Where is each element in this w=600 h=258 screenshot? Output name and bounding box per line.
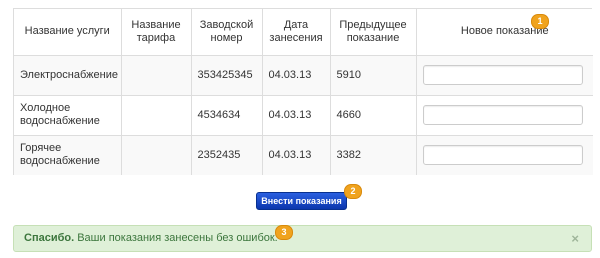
step-badge-2: 2	[344, 184, 362, 199]
cell-tariff	[120, 54, 192, 96]
meter-readings-page: Название услуги Название тарифа Заводско…	[0, 0, 600, 258]
cell-tariff	[120, 94, 192, 136]
cell-date: 04.03.13	[261, 94, 331, 136]
step-badge-3: 3	[275, 225, 293, 240]
header-previous: Предыдущее показание	[329, 9, 417, 56]
new-reading-input-cold-water[interactable]	[422, 105, 583, 125]
cell-date: 04.03.13	[261, 54, 331, 96]
cell-date: 04.03.13	[261, 134, 331, 175]
new-reading-input-electricity[interactable]	[422, 65, 583, 85]
cell-previous: 4660	[329, 94, 417, 136]
alert-strong-text: Спасибо.	[24, 232, 75, 244]
table-row: Холодное водоснабжение 4534634 04.03.13 …	[14, 94, 593, 136]
cell-new-reading	[415, 134, 593, 175]
cell-serial: 353425345	[190, 54, 263, 96]
cell-serial: 4534634	[190, 94, 263, 136]
table-row: Электроснабжение 353425345 04.03.13 5910	[14, 54, 593, 96]
cell-new-reading	[415, 54, 593, 96]
header-service: Название услуги	[14, 9, 122, 56]
table-row: Горячее водоснабжение 2352435 04.03.13 3…	[14, 134, 593, 175]
cell-service: Холодное водоснабжение	[14, 94, 122, 136]
cell-previous: 5910	[329, 54, 417, 96]
step-badge-1: 1	[531, 14, 549, 29]
header-date: Дата занесения	[261, 9, 331, 56]
readings-table-container: Название услуги Название тарифа Заводско…	[13, 8, 593, 175]
cell-tariff	[120, 134, 192, 175]
alert-message: Ваши показания занесены без ошибок.	[74, 232, 278, 244]
cell-new-reading	[415, 94, 593, 136]
close-icon[interactable]: ×	[571, 226, 579, 251]
cell-serial: 2352435	[190, 134, 263, 175]
header-serial: Заводской номер	[190, 9, 263, 56]
cell-previous: 3382	[329, 134, 417, 175]
readings-table: Название услуги Название тарифа Заводско…	[14, 9, 593, 175]
header-tariff: Название тарифа	[120, 9, 192, 56]
cell-service: Электроснабжение	[14, 54, 122, 96]
success-alert: Спасибо. Ваши показания занесены без оши…	[13, 225, 592, 252]
table-header-row: Название услуги Название тарифа Заводско…	[14, 9, 593, 56]
cell-service: Горячее водоснабжение	[14, 134, 122, 175]
submit-readings-button[interactable]: Внести показания	[256, 192, 347, 210]
new-reading-input-hot-water[interactable]	[422, 145, 583, 166]
header-new-reading: Новое показание	[415, 9, 593, 56]
